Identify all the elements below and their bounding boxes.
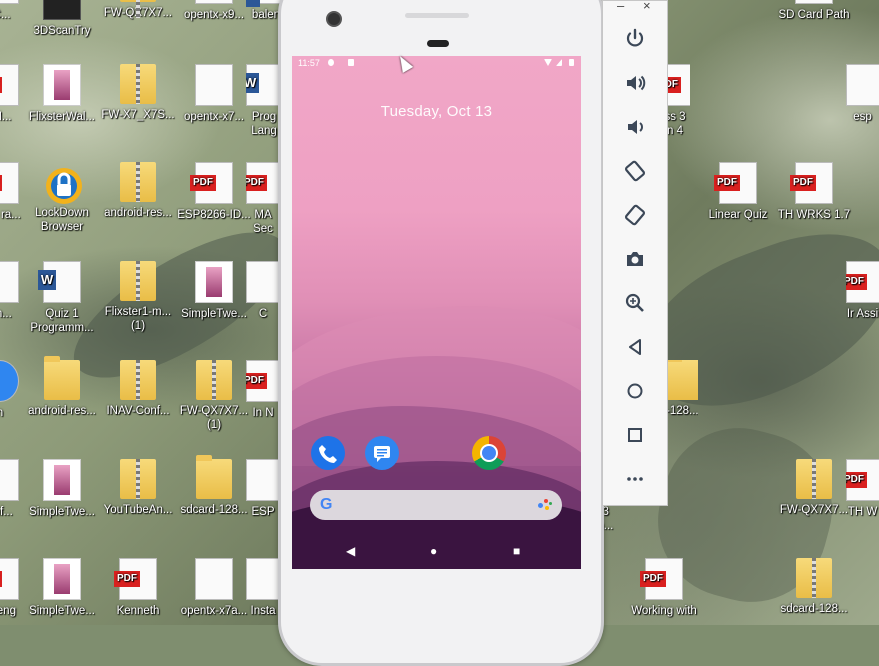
more-icon [627, 477, 643, 481]
more-button[interactable] [623, 467, 647, 491]
android-home-screen[interactable]: 11:57 Tuesday, Oct 13 G ◀ ● ■ [292, 56, 581, 569]
desktop-icon[interactable]: esp [846, 64, 879, 124]
desktop-icon[interactable]: PDF MA Sec [246, 162, 280, 236]
desktop-icon[interactable]: n [0, 360, 38, 420]
desktop-icon[interactable]: opentx-x7... [176, 64, 252, 124]
screenshot-button[interactable] [623, 247, 647, 271]
desktop-icon[interactable]: PDF Working with [626, 558, 702, 618]
emulator-toolbar: – × [602, 0, 668, 506]
desktop-icon[interactable]: ESP [246, 459, 280, 519]
phone-app-icon[interactable] [311, 436, 345, 470]
desktop-icon[interactable]: PDFtion ra... [0, 162, 38, 222]
desktop-icon[interactable]: INAV-Conf... [100, 360, 176, 418]
desktop-icon[interactable]: SD Card Path [776, 0, 852, 22]
power-button[interactable] [623, 27, 647, 51]
home-icon [627, 383, 643, 399]
desktop-icon[interactable]: PDF TH WRKS 1.7 [776, 162, 852, 222]
android-navigation-bar: ◀ ● ■ [292, 538, 581, 566]
desktop-icon[interactable]: PDF Ir Assi [846, 261, 879, 321]
nav-recents-button[interactable]: ■ [513, 544, 520, 558]
desktop-icon[interactable]: FW-QX7X7... (1) [176, 360, 252, 432]
camera-icon [627, 252, 643, 266]
rotate-right-button[interactable] [623, 203, 647, 227]
desktop-icon[interactable]: PDF Kenneth [100, 558, 176, 618]
home-button[interactable] [623, 379, 647, 403]
desktop-icon[interactable]: Insta [246, 558, 280, 618]
speaker-grille [405, 13, 469, 18]
desktop-icon[interactable]: FW-X7_X7S... [100, 64, 176, 122]
battery-icon [569, 59, 574, 66]
overview-button[interactable] [623, 423, 647, 447]
volume-up-icon [627, 75, 646, 91]
power-icon [626, 28, 644, 47]
desktop-icon[interactable]: sdcard-128... [176, 455, 252, 517]
rotate-left-icon [624, 160, 646, 182]
zoom-button[interactable] [623, 291, 647, 315]
desktop-icon[interactable]: PDF-M... [0, 64, 38, 124]
date-widget[interactable]: Tuesday, Oct 13 [292, 103, 581, 120]
desktop-icon[interactable]: sdcard-128... [776, 558, 852, 616]
desktop-icon[interactable]: W Prog Lang [246, 64, 282, 138]
minimize-button[interactable]: – [617, 0, 624, 13]
status-time: 11:57 [298, 58, 320, 68]
zoom-icon [625, 293, 644, 312]
back-icon [629, 339, 641, 355]
earpiece [427, 40, 449, 47]
desktop-icon[interactable]: PDF Linear Quiz [700, 162, 776, 222]
notification-icon [328, 59, 334, 66]
nav-back-button[interactable]: ◀ [346, 544, 355, 558]
status-bar: 11:57 [292, 56, 581, 70]
close-button[interactable]: × [643, 0, 651, 13]
signal-icon [556, 59, 562, 66]
desktop-icon[interactable]: Flixster1-m... (1) [100, 261, 176, 333]
desktop-icon[interactable]: PDF_Leng [0, 558, 38, 618]
desktop-icon[interactable]: An... [0, 261, 38, 321]
desktop-icon[interactable]: opentx-x9... [176, 0, 252, 22]
volume-down-button[interactable] [623, 115, 647, 139]
google-assistant-icon[interactable] [538, 499, 552, 511]
desktop-icon[interactable]: PDF In N [246, 360, 280, 420]
messages-app-icon[interactable] [365, 436, 399, 470]
desktop-icon[interactable]: C [246, 261, 280, 321]
rotate-right-icon [624, 204, 646, 226]
google-g-icon: G [320, 496, 333, 513]
volume-up-button[interactable] [623, 71, 647, 95]
sd-card-icon [348, 59, 354, 66]
volume-down-icon [628, 120, 643, 134]
google-search-bar[interactable]: G [310, 490, 562, 520]
desktop-icon[interactable]: YouTubeAn... [100, 459, 176, 517]
wifi-icon [544, 59, 552, 66]
desktop-icon[interactable]: FW-QX7X7... [776, 459, 852, 517]
desktop-icon[interactable]: SimpleTwe... [176, 261, 252, 321]
desktop-icon[interactable]: onf... [0, 459, 38, 519]
desktop-icon[interactable]: opentx-x7a... [176, 558, 252, 618]
overview-icon [628, 428, 642, 442]
front-camera [326, 11, 342, 27]
desktop-icon[interactable]: tC... [0, 0, 38, 22]
desktop-icon[interactable]: android-res... [100, 162, 176, 220]
desktop-icon[interactable]: PDF ESP8266-ID... [176, 162, 252, 222]
nav-home-button[interactable]: ● [430, 544, 437, 558]
chrome-app-icon[interactable] [472, 436, 506, 470]
desktop-icon[interactable]: PDF TH W [846, 459, 879, 519]
rotate-left-button[interactable] [623, 159, 647, 183]
desktop-icon[interactable]: FW-QX7X7... [100, 0, 176, 20]
desktop-icon[interactable]: -128... [666, 360, 698, 418]
back-button[interactable] [623, 335, 647, 359]
